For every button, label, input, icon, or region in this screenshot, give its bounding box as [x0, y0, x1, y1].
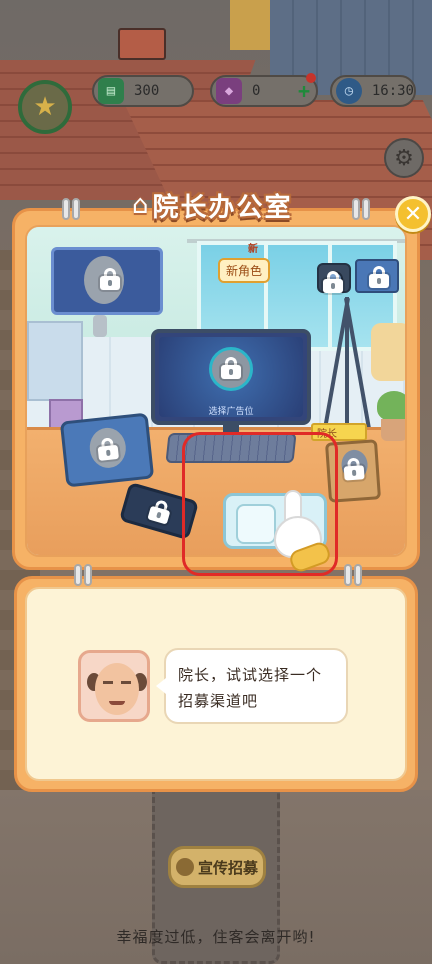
lock-icon: [147, 498, 172, 525]
director-portrait: [78, 650, 150, 722]
dialog-ring: [354, 564, 362, 586]
speech-bubble: 院长，试试选择一个招募渠道吧: [156, 648, 348, 724]
time-display: ◷ 16:30: [330, 75, 416, 107]
office-title: ⌂ 院长办公室: [118, 185, 307, 225]
plant-pot: [381, 419, 405, 441]
dialog-ring: [344, 564, 352, 586]
cash-counter: ▤ 300: [92, 75, 194, 107]
cash-icon: ▤: [98, 78, 124, 104]
locked-wall-photo[interactable]: [51, 247, 163, 315]
new-tag: 新: [248, 244, 258, 255]
player-avatar-button[interactable]: ★: [18, 80, 72, 134]
office-title-text: 院长办公室: [152, 192, 293, 223]
monitor-caption: 选择广告位: [208, 407, 254, 417]
plant-leaves: [377, 391, 405, 421]
notification-dot: [306, 73, 316, 83]
lock-icon: [100, 268, 120, 290]
gem-counter: ◆ 0 +: [210, 73, 318, 107]
recruit-icon: [175, 858, 194, 876]
brow: [103, 681, 113, 684]
lock-icon: [97, 437, 119, 461]
sofa: [371, 323, 405, 381]
potted-plant: [377, 391, 405, 441]
mouth: [109, 701, 125, 705]
cash-value: 300: [134, 83, 160, 99]
close-icon: ✕: [403, 201, 423, 227]
lock-icon: [343, 457, 365, 481]
close-button[interactable]: ✕: [395, 196, 431, 232]
settings-button[interactable]: ⚙: [384, 138, 424, 178]
locked-tablet[interactable]: [59, 412, 155, 488]
gem-icon: ◆: [216, 78, 242, 104]
chimney: [118, 28, 166, 60]
panel-ring: [362, 198, 370, 220]
dialog-ring: [74, 564, 82, 586]
locked-mini-frame[interactable]: [355, 259, 399, 293]
panel-ring: [72, 198, 80, 220]
pointing-hand-icon: [270, 490, 333, 575]
promotion-recruit-label: 宣传招募: [197, 858, 258, 877]
brow: [121, 681, 131, 684]
clock-icon: ◷: [336, 78, 362, 104]
gem-value: 0: [252, 83, 261, 99]
dialog-ring: [84, 564, 92, 586]
kitchen-cabinet: [27, 321, 83, 401]
house-icon: ⌂: [132, 190, 149, 220]
star-icon: ★: [33, 92, 57, 122]
promotion-recruit-button[interactable]: 宣传招募: [168, 846, 266, 888]
panel-ring: [352, 198, 360, 220]
lock-icon: [369, 266, 389, 288]
panel-ring: [62, 198, 70, 220]
happiness-warning: 幸福度过低，住客会离开哟!: [116, 928, 316, 946]
building-crane: [230, 0, 270, 50]
face: [95, 663, 139, 715]
lock-icon: [221, 357, 241, 379]
small-vase: [93, 315, 107, 337]
new-role-badge: 新角色: [218, 258, 271, 283]
lock-icon: [323, 271, 343, 293]
gear-icon: ⚙: [394, 145, 414, 171]
ad-slot-monitor[interactable]: 选择广告位: [151, 329, 311, 425]
time-value: 16:30: [371, 83, 414, 99]
